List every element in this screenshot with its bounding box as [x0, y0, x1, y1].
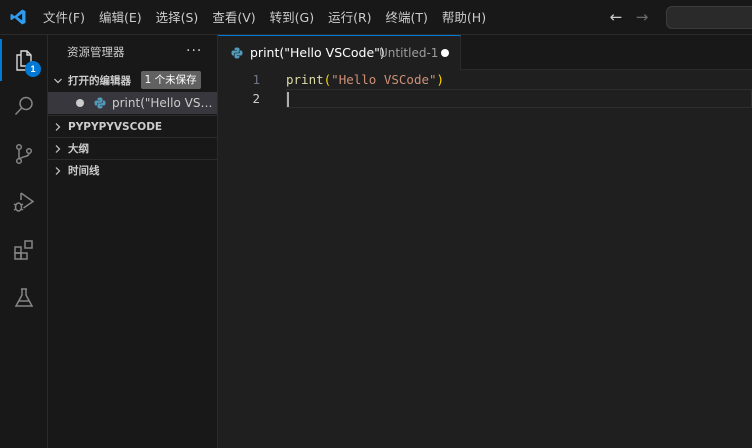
forward-arrow-icon[interactable]: →	[634, 9, 650, 25]
python-file-icon	[231, 47, 243, 59]
open-editor-filename: print("Hello VSCode")	[112, 96, 216, 110]
menu-bar: 文件(F) 编辑(E) 选择(S) 查看(V) 转到(G) 运行(R) 终端(T…	[36, 0, 493, 35]
unsaved-dot-icon[interactable]	[441, 49, 449, 57]
code-editor[interactable]: 1 2 print("Hello VSCode")	[218, 70, 752, 448]
token-string: "Hello VSCode"	[331, 72, 437, 87]
current-code-line[interactable]	[286, 89, 752, 108]
unsaved-count-badge: 1 个未保存	[140, 71, 201, 89]
menu-edit[interactable]: 编辑(E)	[92, 0, 149, 35]
chevron-down-icon	[54, 78, 62, 84]
navigation-arrows: ← →	[608, 9, 650, 25]
more-actions-icon[interactable]: ···	[186, 35, 202, 68]
sidebar-header: 资源管理器 ···	[48, 35, 217, 70]
open-editor-item[interactable]: print("Hello VSCode")	[48, 92, 217, 114]
search-icon	[14, 96, 33, 116]
python-file-icon	[94, 97, 106, 109]
chevron-right-icon	[55, 145, 61, 153]
title-bar: 文件(F) 编辑(E) 选择(S) 查看(V) 转到(G) 运行(R) 终端(T…	[0, 0, 752, 35]
menu-go[interactable]: 转到(G)	[263, 0, 321, 35]
section-label: PYPYPYVSCODE	[68, 121, 163, 133]
section-label: 时间线	[68, 165, 100, 177]
section-outline[interactable]: 大纲	[48, 137, 217, 159]
section-workspace[interactable]: PYPYPYVSCODE	[48, 115, 217, 137]
source-control-icon	[15, 143, 33, 165]
tab-untitled-1[interactable]: print("Hello VSCode") Untitled-1	[218, 35, 461, 70]
activity-testing[interactable]	[0, 275, 48, 321]
section-label: 大纲	[68, 143, 89, 155]
explorer-badge: 1	[25, 61, 41, 77]
chevron-right-icon	[55, 123, 61, 131]
section-open-editors[interactable]: 打开的编辑器 1 个未保存	[48, 70, 217, 92]
tab-label: print("Hello VSCode")	[250, 45, 385, 60]
tab-description: Untitled-1	[379, 46, 439, 60]
menu-selection[interactable]: 选择(S)	[149, 0, 206, 35]
flask-icon	[14, 288, 34, 307]
sidebar-title: 资源管理器	[67, 45, 125, 59]
text-cursor	[287, 92, 289, 107]
activity-run-debug[interactable]	[0, 179, 48, 225]
activity-search[interactable]	[0, 83, 48, 129]
token-function: print	[286, 72, 324, 87]
line-number-gutter: 1 2	[218, 70, 278, 108]
activity-explorer[interactable]: 1	[0, 37, 48, 83]
code-area[interactable]: print("Hello VSCode")	[286, 70, 752, 108]
section-label: 打开的编辑器	[68, 75, 131, 87]
code-line[interactable]: print("Hello VSCode")	[286, 70, 752, 89]
editor-tabs: print("Hello VSCode") Untitled-1	[218, 35, 752, 70]
menu-view[interactable]: 查看(V)	[205, 0, 262, 35]
activity-source-control[interactable]	[0, 131, 48, 177]
activity-bar: 1	[0, 35, 48, 448]
explorer-sidebar: 资源管理器 ··· 打开的编辑器 1 个未保存 print("Hello VSC…	[48, 35, 218, 448]
section-timeline[interactable]: 时间线	[48, 159, 217, 181]
run-debug-icon	[13, 192, 35, 212]
chevron-right-icon	[55, 167, 61, 175]
activity-extensions[interactable]	[0, 227, 48, 273]
menu-run[interactable]: 运行(R)	[321, 0, 378, 35]
command-center-search[interactable]	[666, 6, 752, 29]
back-arrow-icon[interactable]: ←	[608, 9, 624, 25]
extensions-icon	[14, 240, 33, 260]
menu-file[interactable]: 文件(F)	[36, 0, 92, 35]
line-number: 1	[252, 72, 260, 87]
vscode-logo-icon	[10, 9, 26, 25]
menu-help[interactable]: 帮助(H)	[435, 0, 493, 35]
menu-terminal[interactable]: 终端(T)	[379, 0, 435, 35]
token-paren: )	[436, 72, 445, 87]
line-number: 2	[252, 91, 260, 106]
unsaved-dot-icon[interactable]	[76, 99, 84, 107]
